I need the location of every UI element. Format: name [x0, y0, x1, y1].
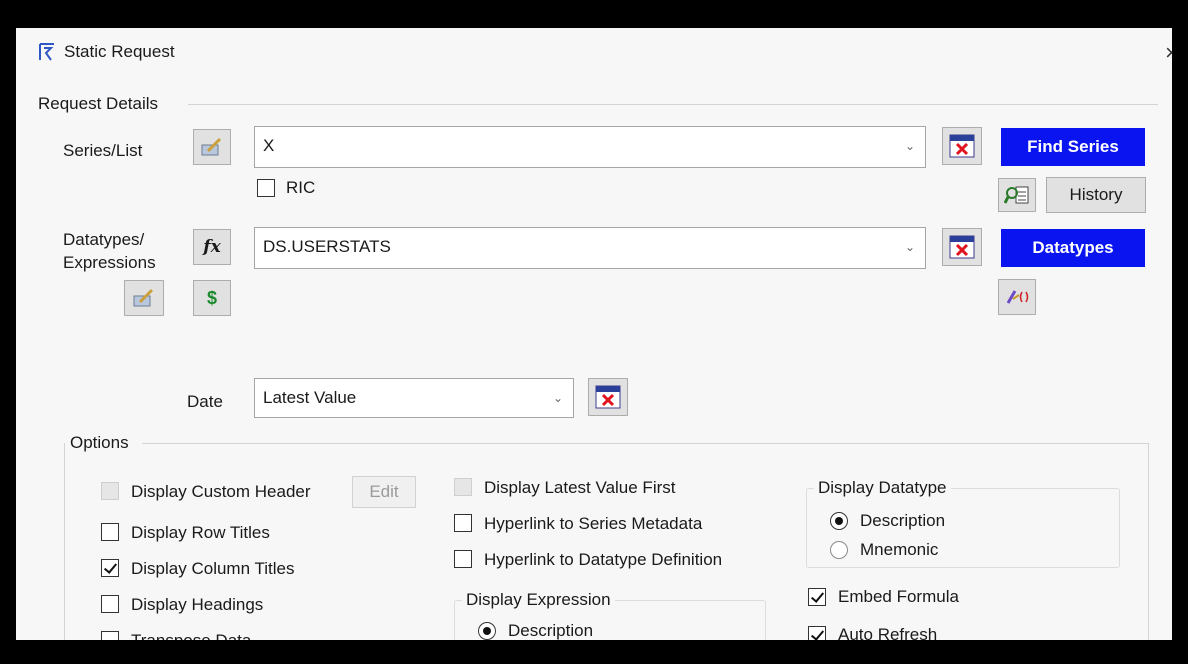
date-value: Latest Value — [263, 388, 357, 407]
date-combobox[interactable]: Latest Value ⌄ — [254, 378, 574, 418]
display-datatype-mnemonic-label: Mnemonic — [860, 540, 939, 559]
series-picker-icon — [201, 137, 222, 156]
hyperlink-datatype-definition-label: Hyperlink to Datatype Definition — [484, 550, 723, 569]
clear-date-icon — [595, 385, 621, 409]
display-headings-label: Display Headings — [131, 595, 264, 614]
dollar-icon: $ — [206, 287, 217, 308]
series-list-label: Series/List — [63, 141, 143, 160]
search-list-button[interactable] — [998, 178, 1036, 212]
clear-series-button[interactable] — [942, 127, 982, 165]
display-custom-header-label: Display Custom Header — [131, 482, 311, 501]
series-list-combobox[interactable]: X ⌄ — [254, 126, 926, 168]
display-headings-checkbox[interactable] — [101, 595, 119, 613]
datatypes-combobox[interactable]: DS.USERSTATS ⌄ — [254, 227, 926, 269]
display-row-titles-checkbox[interactable] — [101, 523, 119, 541]
expression-builder-icon — [1006, 290, 1029, 304]
date-label: Date — [187, 392, 223, 411]
chevron-down-icon[interactable]: ⌄ — [553, 391, 563, 405]
display-latest-value-first-checkbox[interactable] — [454, 478, 472, 496]
display-latest-value-first-label: Display Latest Value First — [484, 478, 676, 497]
hyperlink-series-metadata-label: Hyperlink to Series Metadata — [484, 514, 703, 533]
close-icon[interactable]: × — [1165, 40, 1172, 66]
datatype-picker-button[interactable] — [124, 280, 164, 316]
display-datatype-description-label: Description — [860, 511, 946, 530]
dollar-button[interactable]: $ — [193, 280, 231, 316]
display-row-titles-label: Display Row Titles — [131, 523, 270, 542]
display-datatype-description-radio[interactable] — [830, 512, 848, 530]
search-list-icon — [1004, 186, 1029, 204]
window-title: Static Request — [64, 42, 175, 61]
clear-datatype-icon — [949, 235, 975, 259]
clear-series-icon — [949, 134, 975, 158]
chevron-down-icon[interactable]: ⌄ — [905, 240, 915, 254]
request-details-divider — [188, 104, 1158, 105]
app-logo-icon — [39, 43, 54, 61]
series-list-value: X — [263, 136, 275, 155]
edit-header-button[interactable]: Edit — [352, 476, 416, 508]
options-legend: Options — [70, 433, 129, 452]
display-expression-description-label: Description — [508, 621, 594, 640]
datatypes-label-line2: Expressions — [63, 253, 156, 272]
embed-formula-label: Embed Formula — [838, 587, 959, 606]
embed-formula-checkbox[interactable] — [808, 588, 826, 606]
display-column-titles-checkbox[interactable] — [101, 559, 119, 577]
find-series-button[interactable]: Find Series — [1001, 128, 1145, 166]
options-divider-left — [64, 443, 65, 640]
transpose-data-checkbox[interactable] — [101, 631, 119, 640]
fx-icon: fx — [203, 237, 221, 257]
display-custom-header-checkbox[interactable] — [101, 482, 119, 500]
display-column-titles-label: Display Column Titles — [131, 559, 295, 578]
datatypes-label-line1: Datatypes/ — [63, 230, 145, 249]
display-datatype-group — [806, 488, 1120, 568]
chevron-down-icon[interactable]: ⌄ — [905, 139, 915, 153]
display-datatype-legend: Display Datatype — [814, 478, 951, 498]
hyperlink-datatype-definition-checkbox[interactable] — [454, 550, 472, 568]
fx-button[interactable]: fx — [193, 229, 231, 265]
request-details-legend: Request Details — [38, 94, 159, 113]
expression-builder-button[interactable] — [998, 279, 1036, 315]
auto-refresh-checkbox[interactable] — [808, 626, 826, 640]
datatypes-button[interactable]: Datatypes — [1001, 229, 1145, 267]
display-expression-legend: Display Expression — [462, 590, 615, 610]
options-divider-right — [1148, 443, 1149, 640]
display-datatype-mnemonic-radio[interactable] — [830, 541, 848, 559]
datatype-picker-icon — [133, 288, 154, 307]
clear-datatypes-button[interactable] — [942, 228, 982, 266]
screen-frame: Static Request × Request Details Series/… — [0, 0, 1188, 664]
ric-checkbox[interactable] — [257, 179, 275, 197]
ric-label: RIC — [286, 178, 316, 197]
series-picker-button[interactable] — [193, 129, 231, 165]
history-button[interactable]: History — [1046, 177, 1146, 213]
hyperlink-series-metadata-checkbox[interactable] — [454, 514, 472, 532]
static-request-dialog: Static Request × Request Details Series/… — [16, 28, 1172, 640]
datatypes-value: DS.USERSTATS — [263, 237, 391, 256]
auto-refresh-label: Auto Refresh — [838, 625, 938, 640]
display-expression-description-radio[interactable] — [478, 622, 496, 640]
options-divider-top — [142, 443, 1148, 444]
transpose-data-label: Transpose Data — [131, 631, 251, 640]
clear-date-button[interactable] — [588, 378, 628, 416]
